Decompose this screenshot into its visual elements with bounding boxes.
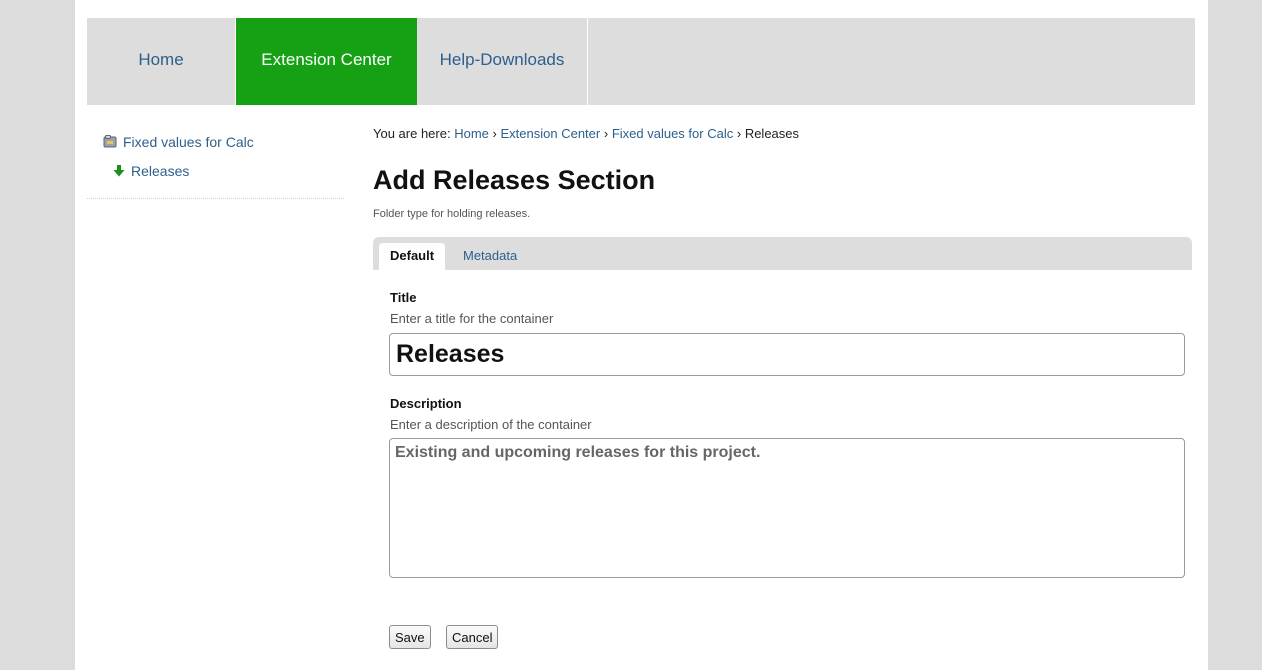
title-input[interactable]: [389, 333, 1185, 376]
breadcrumb-extension-center[interactable]: Extension Center: [501, 126, 601, 141]
title-label: Title: [390, 290, 417, 305]
down-arrow-icon: [113, 164, 125, 180]
breadcrumb-separator: ›: [492, 126, 497, 141]
description-label: Description: [390, 396, 462, 411]
nav-extension-center[interactable]: Extension Center: [236, 18, 417, 105]
sidebar: Fixed values for Calc Releases: [87, 106, 344, 199]
sidebar-item-releases[interactable]: Releases: [113, 163, 189, 180]
title-help-text: Enter a title for the container: [390, 311, 554, 326]
page-title: Add Releases Section: [373, 165, 656, 195]
form-tabs: Default Metadata: [373, 237, 1192, 270]
tab-metadata[interactable]: Metadata: [452, 243, 528, 270]
save-button[interactable]: Save: [389, 625, 431, 649]
cancel-button[interactable]: Cancel: [446, 625, 499, 649]
sidebar-item-fixed-values[interactable]: Fixed values for Calc: [103, 134, 254, 151]
sidebar-item-label: Fixed values for Calc: [123, 134, 254, 150]
breadcrumb-separator: ›: [736, 126, 742, 141]
top-navigation: Home Extension Center Help-Downloads: [87, 18, 1195, 105]
tab-default[interactable]: Default: [379, 243, 446, 270]
breadcrumb-fixed-values[interactable]: Fixed values for Calc: [612, 126, 733, 141]
folder-icon: [103, 135, 117, 151]
breadcrumb-prefix: You are here:: [373, 126, 451, 141]
sidebar-item-label: Releases: [131, 163, 190, 179]
description-help-text: Enter a description of the container: [390, 417, 592, 432]
breadcrumb-current: Releases: [744, 126, 800, 141]
page-container: Home Extension Center Help-Downloads Fix…: [75, 0, 1208, 670]
breadcrumb: You are here: Home › Extension Center › …: [373, 126, 799, 141]
description-textarea[interactable]: Existing and upcoming releases for this …: [389, 438, 1185, 578]
page-subtitle: Folder type for holding releases.: [373, 208, 531, 220]
nav-home[interactable]: Home: [87, 18, 236, 105]
breadcrumb-separator: ›: [603, 126, 609, 141]
breadcrumb-home[interactable]: Home: [454, 126, 489, 141]
nav-help-downloads[interactable]: Help-Downloads: [417, 18, 588, 105]
